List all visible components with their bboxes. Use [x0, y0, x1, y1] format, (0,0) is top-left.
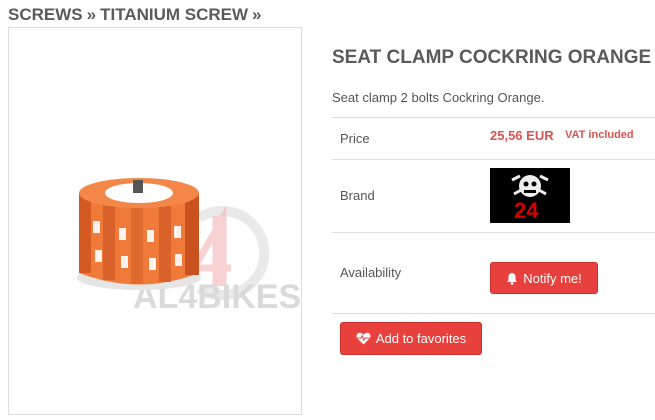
divider [332, 232, 655, 233]
breadcrumb-separator: » [252, 5, 262, 24]
notify-me-label: Notify me! [523, 270, 582, 286]
price-label: Price [340, 131, 370, 146]
brand-logo-text: 24 [514, 198, 539, 223]
divider [332, 159, 655, 160]
add-to-favorites-label: Add to favorites [375, 331, 467, 346]
breadcrumb-separator: » [86, 5, 97, 24]
availability-label: Availability [340, 265, 402, 280]
breadcrumb: SCREWS» TITANIUM SCREW» [8, 5, 266, 28]
add-to-favorites-button[interactable]: Add to favorites [340, 322, 482, 355]
bell-icon [506, 272, 518, 285]
product-description: Seat clamp 2 bolts Cockring Orange. [332, 90, 545, 105]
heart-pulse-icon [356, 332, 371, 345]
brand-logo-graphic: 24 [511, 174, 549, 223]
brand-label: Brand [340, 188, 375, 203]
product-image: AL4BIKES [77, 178, 301, 316]
notify-me-button[interactable]: Notify me! [490, 262, 598, 294]
brand-logo[interactable]: 24 [490, 168, 570, 223]
price-value: 25,56 EUR [490, 128, 554, 143]
vat-note: VAT included [565, 129, 634, 141]
divider [332, 117, 655, 118]
product-image-frame[interactable]: AL4BIKES [8, 27, 302, 415]
breadcrumb-item-screws[interactable]: SCREWS [8, 5, 83, 24]
breadcrumb-item-titanium-screw[interactable]: TITANIUM SCREW [100, 5, 248, 24]
product-title: SEAT CLAMP COCKRING ORANGE [332, 47, 652, 68]
divider [332, 313, 655, 314]
seat-clamp-illustration [77, 178, 201, 290]
